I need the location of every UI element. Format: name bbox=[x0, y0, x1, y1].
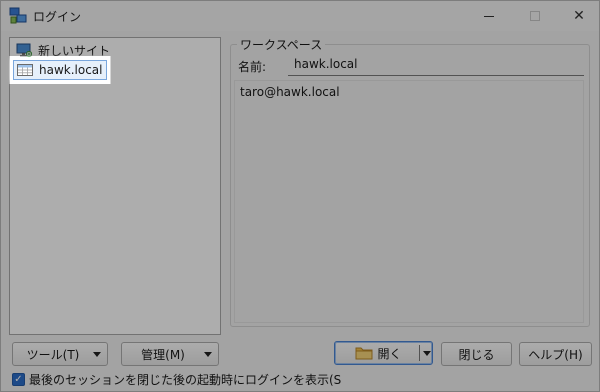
monitor-icon bbox=[16, 43, 32, 58]
site-tree[interactable]: 新しいサイト hawk.local bbox=[9, 37, 221, 335]
window-title: ログイン bbox=[33, 10, 82, 24]
name-label: 名前: bbox=[238, 60, 267, 74]
close-window-button[interactable]: ✕ bbox=[557, 1, 600, 31]
login-dialog: ログイン ✕ 新しいサイト hawk.local ワークスペース 名前: haw… bbox=[0, 0, 600, 392]
manage-button-label: 管理(M) bbox=[141, 347, 185, 362]
tree-item-new-site[interactable]: 新しいサイト bbox=[13, 40, 113, 60]
minimize-button[interactable] bbox=[467, 1, 511, 31]
title-bar[interactable]: ログイン ✕ bbox=[1, 1, 599, 31]
close-button[interactable]: 閉じる bbox=[441, 342, 512, 366]
tree-item-label: 新しいサイト bbox=[38, 43, 111, 58]
help-button-label: ヘルプ(H) bbox=[528, 347, 583, 362]
show-login-checkbox-label: 最後のセッションを閉じた後の起動時にログインを表示(S bbox=[29, 373, 342, 387]
close-button-label: 閉じる bbox=[458, 347, 495, 362]
maximize-icon bbox=[530, 11, 540, 21]
site-grid-icon bbox=[17, 64, 33, 76]
tree-item-hawk-local[interactable]: hawk.local bbox=[13, 60, 107, 80]
tools-button[interactable]: ツール(T) bbox=[12, 342, 108, 366]
tree-item-label: hawk.local bbox=[39, 63, 103, 77]
dropdown-arrow-icon bbox=[204, 352, 212, 357]
minimize-icon bbox=[484, 15, 494, 17]
computer-network-icon bbox=[9, 7, 27, 24]
help-button[interactable]: ヘルプ(H) bbox=[519, 342, 592, 366]
folder-icon bbox=[355, 347, 373, 360]
open-button[interactable]: 開く bbox=[334, 341, 433, 365]
description-area[interactable]: taro@hawk.local bbox=[234, 80, 584, 323]
show-login-checkbox-row[interactable]: ✓ 最後のセッションを閉じた後の起動時にログインを表示(S bbox=[12, 371, 341, 388]
close-icon: ✕ bbox=[573, 8, 585, 24]
open-button-label: 開く bbox=[377, 346, 402, 361]
dropdown-arrow-icon bbox=[93, 352, 101, 357]
tools-button-label: ツール(T) bbox=[26, 347, 80, 362]
split-divider bbox=[419, 345, 420, 361]
manage-button[interactable]: 管理(M) bbox=[121, 342, 219, 366]
name-field[interactable]: hawk.local bbox=[288, 54, 584, 76]
workspace-group-title: ワークスペース bbox=[237, 36, 326, 53]
checkbox-checked-icon[interactable]: ✓ bbox=[12, 373, 25, 386]
maximize-button[interactable] bbox=[513, 1, 557, 31]
open-dropdown-arrow-icon[interactable] bbox=[423, 351, 431, 356]
